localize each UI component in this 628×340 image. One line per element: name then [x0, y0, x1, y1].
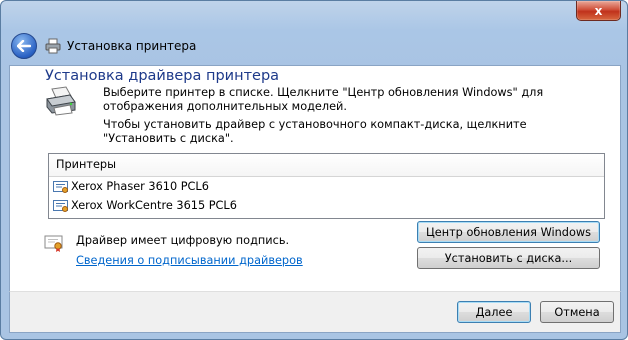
list-item[interactable]: Xerox WorkCentre 3615 PCL6	[49, 196, 604, 215]
printer-icon	[46, 86, 76, 116]
digital-signature-icon	[44, 235, 63, 252]
content-panel: Установка драйвера принтера Выберите при…	[9, 65, 621, 292]
window-title: Установка принтера	[67, 39, 197, 53]
list-item-label: Xerox Phaser 3610 PCL6	[71, 180, 209, 193]
windows-update-button[interactable]: Центр обновления Windows	[417, 221, 600, 243]
back-arrow-icon	[17, 40, 31, 52]
signature-status: Драйвер имеет цифровую подпись.	[76, 234, 290, 247]
have-disk-button[interactable]: Установить с диска...	[417, 247, 600, 269]
instructions-line-2: Чтобы установить драйвер с установочного…	[103, 118, 527, 145]
instructions-line-1: Выберите принтер в списке. Щелкните "Цен…	[103, 86, 544, 113]
navigation-bar: Установка принтера	[9, 31, 619, 61]
printer-small-icon	[45, 38, 61, 54]
next-button[interactable]: Далее	[457, 301, 531, 323]
close-button[interactable]: x	[576, 1, 621, 21]
list-column-header[interactable]: Принтеры	[49, 154, 604, 177]
close-icon: x	[594, 3, 603, 18]
cancel-button[interactable]: Отмена	[540, 301, 614, 323]
page-title: Установка драйвера принтера	[45, 68, 280, 84]
back-button[interactable]	[11, 33, 37, 59]
printers-listbox[interactable]: Принтеры Xerox Phaser 3610 PCL6 Xerox Wo…	[48, 153, 605, 219]
certified-driver-icon	[53, 199, 68, 212]
certified-driver-icon	[53, 180, 68, 193]
instructions: Выберите принтер в списке. Щелкните "Цен…	[103, 86, 603, 150]
dialog-footer: Далее Отмена	[9, 291, 621, 333]
list-item[interactable]: Xerox Phaser 3610 PCL6	[49, 177, 604, 196]
list-item-label: Xerox WorkCentre 3615 PCL6	[71, 199, 237, 212]
dialog-window: x Установка принтера Установка драйвера …	[0, 0, 628, 340]
driver-signing-link[interactable]: Сведения о подписывании драйверов	[76, 254, 303, 267]
